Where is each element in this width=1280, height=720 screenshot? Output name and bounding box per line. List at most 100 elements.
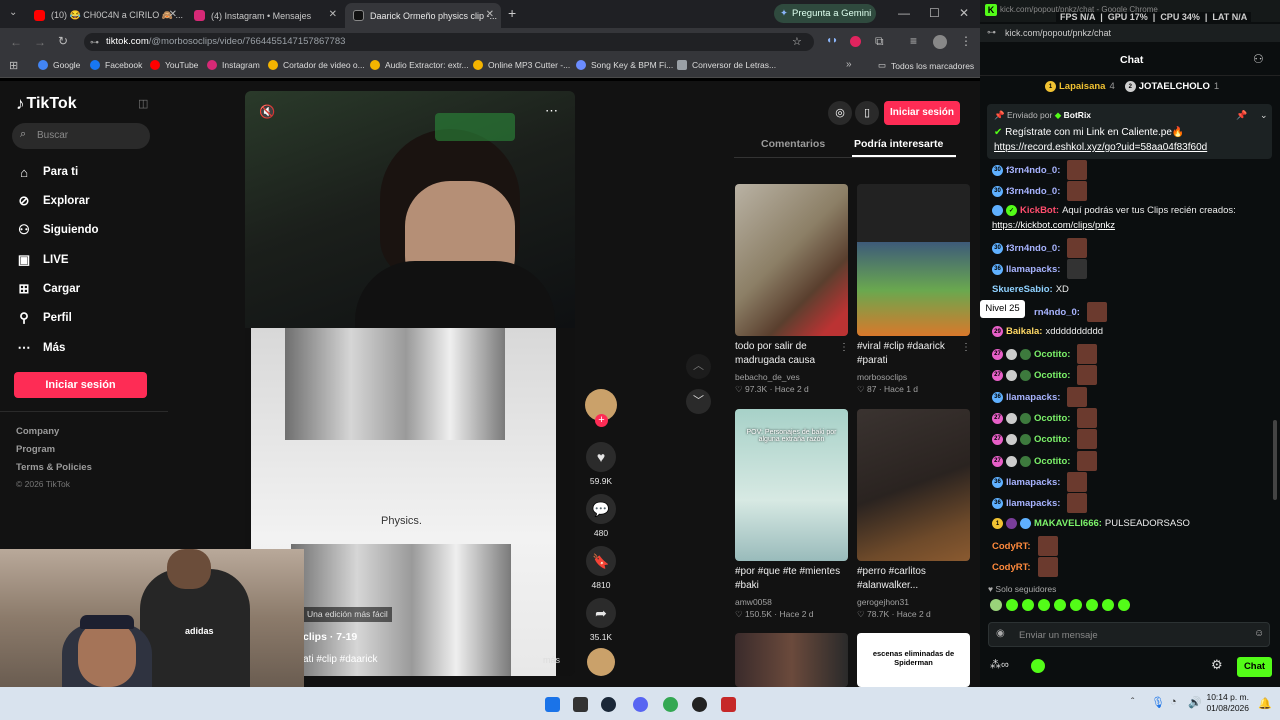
tab-comentarios[interactable]: Comentarios: [761, 138, 825, 150]
steam-icon[interactable]: [601, 697, 616, 712]
chevron-up-icon[interactable]: ︿: [686, 354, 711, 379]
chat-username[interactable]: rn4ndo_0:: [1034, 307, 1080, 318]
leader-name[interactable]: Lapaisana: [1059, 81, 1105, 92]
video-thumbnail[interactable]: [735, 184, 848, 336]
bookmark-google[interactable]: Google: [38, 60, 80, 70]
extensions-puzzle-icon[interactable]: ⧉: [875, 34, 884, 49]
minimize-icon[interactable]: —: [898, 6, 910, 20]
chevron-down-icon[interactable]: ﹀: [686, 389, 711, 414]
video-thumbnail[interactable]: [857, 409, 970, 561]
video-card[interactable]: #viral #clip #daarick #parati morbosocli…: [857, 184, 971, 395]
kebab-menu-icon[interactable]: ⋮: [960, 34, 972, 48]
close-icon[interactable]: ✕: [486, 9, 494, 20]
gemini-button[interactable]: ✦ Pregunta a Gemini: [774, 4, 876, 23]
chat-username[interactable]: f3rn4ndo_0:: [1006, 243, 1060, 254]
coins-icon[interactable]: ◎: [828, 101, 852, 125]
chevron-right-icon[interactable]: »: [846, 59, 852, 70]
comment-icon[interactable]: 💬: [586, 494, 616, 524]
wifi-icon[interactable]: ◔: [1170, 696, 1177, 708]
video-card[interactable]: todo por salir de madrugada causa bebach…: [735, 184, 849, 395]
card-user[interactable]: amw0058: [735, 597, 848, 607]
footer-program[interactable]: Program: [16, 444, 55, 455]
close-icon[interactable]: ✕: [329, 9, 337, 20]
close-window-icon[interactable]: ✕: [959, 6, 969, 20]
bookmark-icon[interactable]: 🔖: [586, 546, 616, 576]
discord-icon[interactable]: [633, 697, 648, 712]
emote-icon[interactable]: [990, 599, 1002, 611]
close-icon[interactable]: ✕: [169, 9, 177, 20]
pinned-link[interactable]: https://record.eshkol.xyz/go?uid=58aa04f…: [994, 142, 1207, 153]
video-card[interactable]: escenas eliminadas de Spiderman: [857, 633, 970, 687]
app-icon[interactable]: [721, 697, 736, 712]
leader-name[interactable]: JOTAELCHOLO: [1139, 81, 1210, 92]
chat-username[interactable]: Ocotito:: [1034, 456, 1070, 467]
bookmark-audio-extractor[interactable]: Audio Extractor: extr...: [370, 60, 469, 70]
video-card[interactable]: #perro #carlitos #alanwalker... gerogejh…: [857, 409, 970, 620]
chat-username[interactable]: Ocotito:: [1034, 434, 1070, 445]
volume-icon[interactable]: 🔊: [1188, 696, 1202, 709]
edit-label[interactable]: Una edición más fácil: [303, 607, 392, 622]
tab-tiktok[interactable]: Daarick Ormeño physics clip -... ✕: [345, 3, 501, 28]
emote-icon[interactable]: [1102, 599, 1114, 611]
bookmark-star-icon[interactable]: ☆: [792, 33, 802, 51]
heart-icon[interactable]: ♥: [586, 442, 616, 472]
back-icon[interactable]: ←: [10, 35, 22, 49]
microphone-icon[interactable]: 🎙: [1151, 696, 1165, 709]
address-bar[interactable]: ⊶ tiktok.com/@morbosoclips/video/7664455…: [84, 33, 814, 51]
site-info-icon[interactable]: ⊶: [987, 27, 996, 38]
card-user[interactable]: gerogejhon31: [857, 597, 970, 607]
more-options-icon[interactable]: ⋯: [545, 103, 558, 119]
new-tab-button[interactable]: +: [508, 5, 516, 21]
points-icon[interactable]: ⁂∞: [990, 658, 1009, 671]
chrome-icon[interactable]: [663, 697, 678, 712]
bookmark-mp3-cutter[interactable]: Online MP3 Cutter -...: [473, 60, 570, 70]
video-card[interactable]: POV: Personajes de baki por alguna extra…: [735, 409, 848, 620]
video-thumbnail[interactable]: [857, 184, 970, 336]
save-action[interactable]: 🔖 4810: [586, 546, 616, 590]
mute-icon[interactable]: 🔇: [259, 104, 275, 120]
profile-avatar[interactable]: [933, 35, 947, 49]
extension-icon[interactable]: [850, 36, 861, 47]
video-thumbnail[interactable]: POV: Personajes de baki por alguna extra…: [735, 409, 848, 561]
emote-icon[interactable]: [1086, 599, 1098, 611]
tiktok-logo[interactable]: ♪ TikTok: [16, 94, 77, 114]
users-icon[interactable]: ⚇: [1253, 52, 1264, 66]
chat-send-button[interactable]: Chat: [1237, 657, 1272, 677]
chat-username[interactable]: SkuereSabio:: [992, 284, 1053, 295]
nav-para-ti[interactable]: ⌂ Para ti: [16, 164, 78, 180]
chat-username[interactable]: KickBot:: [1020, 205, 1059, 216]
chat-username[interactable]: Baikala:: [1006, 326, 1042, 337]
comment-action[interactable]: 💬 480: [586, 494, 616, 538]
like-action[interactable]: ♥ 59.9K: [586, 442, 616, 486]
footer-terms[interactable]: Terms & Policies: [16, 462, 92, 473]
task-view-icon[interactable]: [573, 697, 588, 712]
nav-cargar[interactable]: ⊞ Cargar: [16, 281, 81, 297]
chevron-up-icon[interactable]: ˆ: [1131, 697, 1134, 708]
kebab-menu-icon[interactable]: ⋮: [961, 342, 971, 353]
nav-siguiendo[interactable]: ⚇ Siguiendo: [16, 222, 98, 238]
emoji-icon[interactable]: ☺: [1254, 628, 1264, 639]
tab-instagram[interactable]: (4) Instagram • Mensajes ✕: [186, 3, 344, 28]
extension-icon[interactable]: ◖◗: [826, 35, 838, 46]
share-icon[interactable]: ➦: [586, 598, 616, 628]
video-thumbnail[interactable]: [735, 633, 848, 687]
bookmark-facebook[interactable]: Facebook: [90, 60, 142, 70]
chat-username[interactable]: f3rn4ndo_0:: [1006, 165, 1060, 176]
unpin-icon[interactable]: 📌: [1236, 110, 1247, 121]
chat-link[interactable]: https://kickbot.com/clips/pnkz: [992, 220, 1115, 231]
emote-icon[interactable]: [1006, 599, 1018, 611]
notification-bell-icon[interactable]: 🔔: [1258, 697, 1272, 710]
footer-company[interactable]: Company: [16, 426, 59, 437]
collapse-sidebar-icon[interactable]: ◫: [138, 97, 148, 110]
chat-message-input[interactable]: ◉ Enviar un mensaje ☺: [988, 622, 1270, 647]
apps-grid-icon[interactable]: ⊞: [9, 59, 18, 72]
maximize-icon[interactable]: ☐: [929, 6, 940, 20]
chat-username[interactable]: llamapacks:: [1006, 477, 1060, 488]
device-icon[interactable]: ▯: [855, 101, 879, 125]
share-action[interactable]: ➦ 35.1K: [586, 598, 616, 642]
bookmark-cortador[interactable]: Cortador de video o...: [268, 60, 365, 70]
kebab-menu-icon[interactable]: ⋮: [839, 342, 849, 353]
chat-username[interactable]: CodyRT:: [992, 562, 1031, 573]
chat-username[interactable]: CodyRT:: [992, 541, 1031, 552]
kick-points-icon[interactable]: [1031, 659, 1045, 673]
